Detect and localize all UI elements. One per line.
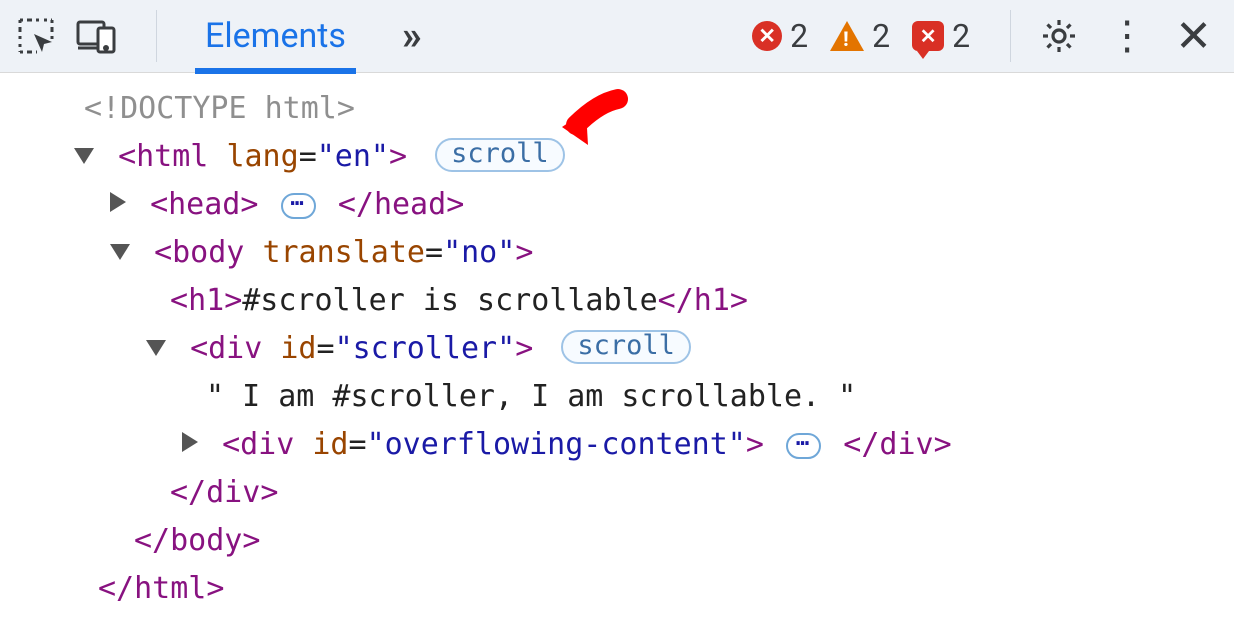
chevron-right-icon[interactable] — [110, 192, 126, 212]
issues-count-value: 2 — [952, 17, 970, 55]
inspect-element-icon[interactable] — [14, 14, 58, 58]
device-toggle-icon[interactable] — [74, 14, 118, 58]
close-icon[interactable]: ✕ — [1175, 14, 1212, 58]
head-line[interactable]: <head> ⋯ </head> — [20, 181, 1234, 229]
html-close-line[interactable]: </html> — [20, 565, 1234, 613]
warning-count-value: 2 — [872, 17, 890, 55]
body-close-line[interactable]: </body> — [20, 517, 1234, 565]
elements-dom-tree[interactable]: <!DOCTYPE html> <html lang="en"> scroll … — [0, 73, 1234, 613]
div-scroller-close-line[interactable]: </div> — [20, 469, 1234, 517]
error-count-value: 2 — [790, 17, 808, 55]
toolbar-left-group: Elements » — [14, 0, 422, 73]
error-count[interactable]: ✕ 2 — [752, 17, 808, 55]
toolbar-divider — [1010, 10, 1011, 62]
text-node-line[interactable]: " I am #scroller, I am scrollable. " — [20, 373, 1234, 421]
kebab-menu-icon[interactable]: ⋮ — [1107, 16, 1147, 56]
body-open-line[interactable]: <body translate="no"> — [20, 229, 1234, 277]
scroll-badge[interactable]: scroll — [435, 138, 565, 172]
html-open-line[interactable]: <html lang="en"> scroll — [20, 133, 1234, 181]
chevron-down-icon[interactable] — [146, 340, 166, 356]
chevron-right-icon[interactable] — [182, 432, 198, 452]
ellipsis-icon[interactable]: ⋯ — [281, 193, 316, 219]
error-icon: ✕ — [752, 21, 782, 51]
ellipsis-icon[interactable]: ⋯ — [786, 433, 821, 459]
h1-line[interactable]: <h1>#scroller is scrollable</h1> — [20, 277, 1234, 325]
tab-elements[interactable]: Elements — [195, 0, 356, 73]
chevron-down-icon[interactable] — [74, 148, 94, 164]
more-tabs-icon[interactable]: » — [402, 16, 422, 56]
scroll-badge[interactable]: scroll — [561, 330, 691, 364]
warning-count[interactable]: 2 — [830, 17, 890, 55]
issues-count[interactable]: ✕ 2 — [912, 17, 970, 55]
doctype-line[interactable]: <!DOCTYPE html> — [20, 85, 1234, 133]
div-scroller-open-line[interactable]: <div id="scroller"> scroll — [20, 325, 1234, 373]
chevron-down-icon[interactable] — [110, 244, 130, 260]
toolbar-right-group: ✕ 2 2 ✕ 2 ⋮ ✕ — [752, 10, 1226, 62]
devtools-toolbar: Elements » ✕ 2 2 ✕ 2 ⋮ ✕ — [0, 0, 1234, 73]
toolbar-divider — [156, 10, 157, 62]
div-overflow-line[interactable]: <div id="overflowing-content"> ⋯ </div> — [20, 421, 1234, 469]
issues-icon: ✕ — [912, 21, 944, 51]
warning-icon — [830, 21, 864, 51]
settings-gear-icon[interactable] — [1039, 16, 1079, 56]
